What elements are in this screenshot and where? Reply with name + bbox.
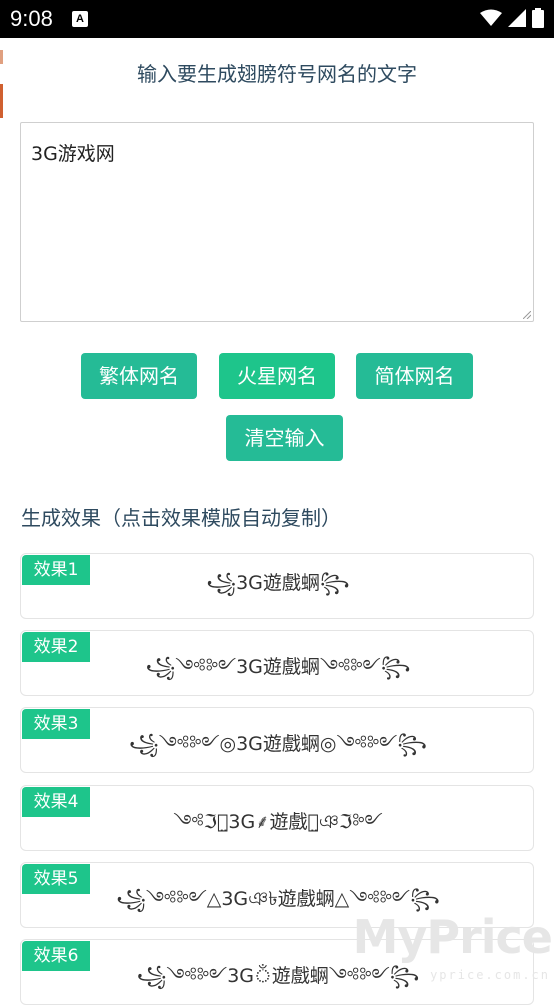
status-time: 9:08 [10,6,53,31]
clear-input-button[interactable]: 清空输入 [226,415,343,461]
wifi-icon [480,9,502,26]
main-content: 输入要生成翅膀符号网名的文字 3G游戏网 繁体网名 火星网名 简体网名 清空输入… [0,38,554,1005]
watermark: MyPrice yprice.com.cn [353,910,554,986]
result-text: ꧁3G遊戲蛧꧂ [206,572,350,594]
simplified-name-button[interactable]: 简体网名 [356,353,473,399]
martian-name-button[interactable]: 火星网名 [219,353,335,399]
result-text: ꧁༺༻3G遊戲蛧༺༻꧂ [145,656,411,678]
result-card[interactable]: 效果3 ꧁༺༻◎3G遊戲蛧◎༺༻꧂ [20,707,534,773]
watermark-domain: yprice.com.cn [430,968,550,982]
result-text: ꧁༺༻◎3G遊戲蛧◎༺༻꧂ [129,733,427,755]
result-text: ༺ℑঞ̤3G⸙遊戲蛧̤ঞℑ༻ [173,811,383,833]
page-title: 输入要生成翅膀符号网名的文字 [137,62,417,86]
resize-handle-icon[interactable] [523,311,531,319]
input-value: 3G游戏网 [31,143,115,165]
traditional-name-button[interactable]: 繁体网名 [81,353,197,399]
result-card[interactable]: 效果1 ꧁3G遊戲蛧꧂ [20,553,534,619]
status-bar: 9:08 A [0,0,554,38]
watermark-brand: MyPrice [352,910,553,964]
signal-icon [508,9,526,27]
edge-strip-accent [0,84,3,118]
result-card[interactable]: 效果4 ༺ℑঞ̤3G⸙遊戲蛧̤ঞℑ༻ [20,785,534,851]
status-icons [480,8,544,28]
name-text-input[interactable]: 3G游戏网 [20,122,534,322]
battery-icon [532,8,544,28]
app-notification-icon: A [72,11,88,27]
results-heading: 生成效果（点击效果模版自动复制） [21,506,341,530]
result-card[interactable]: 效果2 ꧁༺༻3G遊戲蛧༺༻꧂ [20,630,534,696]
